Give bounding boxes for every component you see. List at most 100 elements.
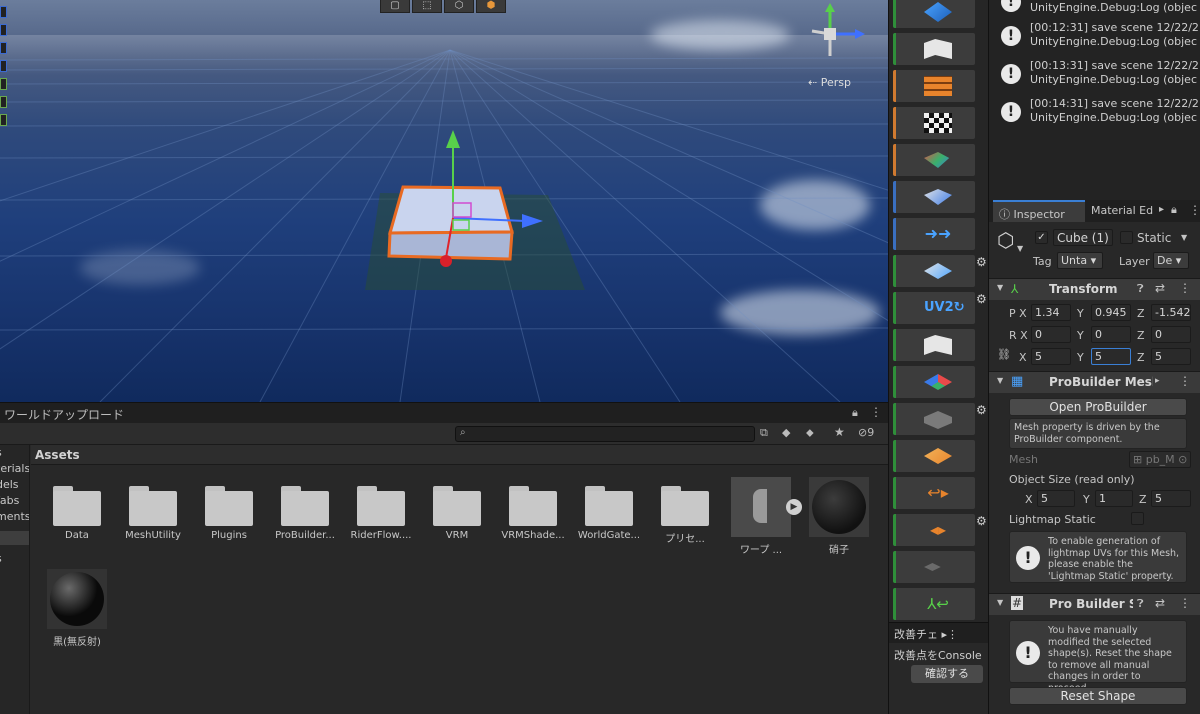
tag-dropdown[interactable]: Unta ▾	[1057, 252, 1103, 269]
star-icon[interactable]: ★	[834, 425, 845, 439]
more-menu-icon[interactable]: ⋮	[1179, 374, 1191, 388]
orange-cube-icon[interactable]: ⬢	[476, 0, 506, 13]
vertex-colors-button[interactable]	[893, 144, 975, 176]
rotation-x-field[interactable]: 0	[1031, 326, 1071, 343]
persp-label[interactable]: ⇠ Persp	[808, 76, 851, 89]
kaizen-check-button[interactable]: 確認する	[911, 665, 983, 683]
more-menu-icon[interactable]: ⋮	[1179, 596, 1191, 610]
transform-header[interactable]: ▼ ⅄ Transform ❓︎ ⇄ ⋮	[989, 278, 1200, 300]
probuilder-shape-header[interactable]: ▼ # Pro Builder Sh ❓︎ ⇄ ⋮	[989, 593, 1200, 615]
gear-icon[interactable]: ⚙	[976, 514, 987, 528]
overlay-button[interactable]	[0, 6, 7, 18]
search-by-type-icon[interactable]: ⧉	[760, 426, 768, 440]
position-y-field[interactable]: 0.945	[1091, 304, 1131, 321]
overlay-button[interactable]	[0, 42, 7, 54]
asset-folder[interactable]: VRM	[424, 476, 490, 541]
hidden-packages-icon[interactable]: ⊘9	[858, 426, 874, 439]
tree-item[interactable]: ments	[0, 509, 29, 525]
asset-folder[interactable]: RiderFlow....	[348, 476, 414, 541]
help-icon[interactable]: ❓︎	[1137, 282, 1144, 296]
asset-folder[interactable]: ProBuilder...	[272, 476, 338, 541]
object-name-field[interactable]: Cube (1)	[1053, 229, 1113, 246]
scale-z-field[interactable]: 5	[1151, 348, 1191, 365]
reset-shape-button[interactable]: Reset Shape	[1009, 687, 1187, 705]
gear-icon[interactable]: ⚙	[976, 255, 987, 269]
dropdown-arrow-icon[interactable]: ▼	[1017, 244, 1023, 253]
constrain-proportions-icon[interactable]: ⛓	[997, 348, 1011, 361]
project-window-title[interactable]: ワールドアップロード	[4, 406, 124, 423]
tag-icon[interactable]: ⬥	[806, 426, 814, 440]
lightmap-static-checkbox[interactable]	[1131, 512, 1144, 525]
tab-material-editor[interactable]: Material Ed	[1085, 200, 1157, 222]
triangulate-button[interactable]	[893, 440, 975, 472]
overlay-button[interactable]	[0, 114, 7, 126]
conform-normals-button[interactable]	[893, 403, 975, 435]
tree-item[interactable]: fabs	[0, 493, 29, 509]
probuilder-meshfilter-header[interactable]: ▼ ▦ ProBuilder MeshF ▸ ⋮	[989, 371, 1200, 393]
help-icon[interactable]: ❓︎	[1137, 597, 1144, 611]
tree-item[interactable]: terials	[0, 461, 29, 477]
presets-icon[interactable]: ⇄	[1155, 596, 1165, 610]
search-input[interactable]: ⌕	[455, 426, 755, 442]
new-shape-button[interactable]	[893, 0, 975, 28]
asset-material[interactable]: 硝子	[806, 476, 872, 556]
center-pivot-button[interactable]	[893, 366, 975, 398]
tree-item[interactable]: dels	[0, 477, 29, 493]
scene-view[interactable]: ▢ ⬚ ⬡ ⬢ ⇠ Persp	[0, 0, 888, 402]
reset-pivot-button[interactable]: ⅄↩	[893, 588, 975, 620]
tab-arrow-icon[interactable]: ▸	[1159, 204, 1164, 215]
rotation-y-field[interactable]: 0	[1091, 326, 1131, 343]
breadcrumb[interactable]: Assets	[35, 448, 80, 462]
expand-prefab-icon[interactable]: ▶	[786, 499, 802, 515]
gear-icon[interactable]: ⚙	[976, 292, 987, 306]
overlay-button[interactable]	[0, 78, 7, 90]
asset-folder[interactable]: WorldGate...	[576, 476, 642, 541]
console-log-entry[interactable]: ! [00:14:31] save scene 12/22/2 UnityEng…	[989, 96, 1200, 134]
overlay-button[interactable]	[0, 60, 7, 72]
position-x-field[interactable]: 1.34	[1031, 304, 1071, 321]
asset-folder[interactable]: プリセ...	[652, 476, 718, 545]
subdivide-button[interactable]	[893, 255, 975, 287]
scale-x-field[interactable]: 5	[1031, 348, 1071, 365]
position-z-field[interactable]: -1.542	[1151, 304, 1191, 321]
uv2-button[interactable]: UV2↻	[893, 292, 975, 324]
merge-objects-button[interactable]: ◂▸	[893, 514, 975, 546]
tab-inspector[interactable]: ⓘ Inspector	[993, 200, 1085, 222]
select-mode-button[interactable]: ➜➜	[893, 218, 975, 250]
smoothing-button[interactable]	[893, 181, 975, 213]
asset-folder[interactable]: VRMShade...	[500, 476, 566, 541]
layer-dropdown[interactable]: De ▾	[1153, 252, 1189, 269]
asset-material[interactable]: 黒(無反射)	[44, 568, 110, 648]
static-checkbox[interactable]	[1120, 231, 1133, 244]
rect-tool-icon[interactable]: ⬚	[412, 0, 442, 13]
tree-item[interactable]: s	[0, 445, 29, 461]
flip-normals-button[interactable]	[893, 329, 975, 361]
more-menu-icon[interactable]: ⋮	[1179, 281, 1191, 295]
material-editor-button[interactable]	[893, 70, 975, 102]
overlay-button[interactable]	[0, 24, 7, 36]
asset-folder[interactable]: Plugins	[196, 476, 262, 541]
rotation-z-field[interactable]: 0	[1151, 326, 1191, 343]
tree-item-selected[interactable]	[0, 531, 29, 545]
gear-icon[interactable]: ⚙	[976, 403, 987, 417]
cube-icon[interactable]: ⬡	[444, 0, 474, 13]
asset-folder[interactable]: Data	[44, 476, 110, 541]
export-button[interactable]	[893, 551, 975, 583]
overlay-button[interactable]	[0, 96, 7, 108]
asset-folder[interactable]: MeshUtility	[120, 476, 186, 541]
kaizen-tab[interactable]: 改善チェ ▸⋮	[889, 623, 989, 643]
mirror-objects-button[interactable]: ↩▸	[893, 477, 975, 509]
tree-item[interactable]: s	[0, 551, 29, 567]
more-menu-icon[interactable]: ⋮	[1189, 203, 1200, 217]
console-log-entry[interactable]: ! [00:12:31] save scene 12/22/2 UnityEng…	[989, 20, 1200, 58]
open-probuilder-button[interactable]: Open ProBuilder	[1009, 398, 1187, 416]
search-by-label-icon[interactable]: ◆	[782, 426, 790, 439]
lock-icon[interactable]: 🔒︎	[852, 406, 858, 420]
uv-editor-button[interactable]	[893, 107, 975, 139]
lock-icon[interactable]: 🔒︎	[1171, 203, 1177, 217]
poly-shape-button[interactable]	[893, 33, 975, 65]
static-dropdown-icon[interactable]: ▼	[1181, 233, 1187, 242]
active-checkbox[interactable]: ✓	[1035, 231, 1048, 244]
scale-y-field[interactable]: 5	[1091, 348, 1131, 365]
presets-icon[interactable]: ⇄	[1155, 281, 1165, 295]
